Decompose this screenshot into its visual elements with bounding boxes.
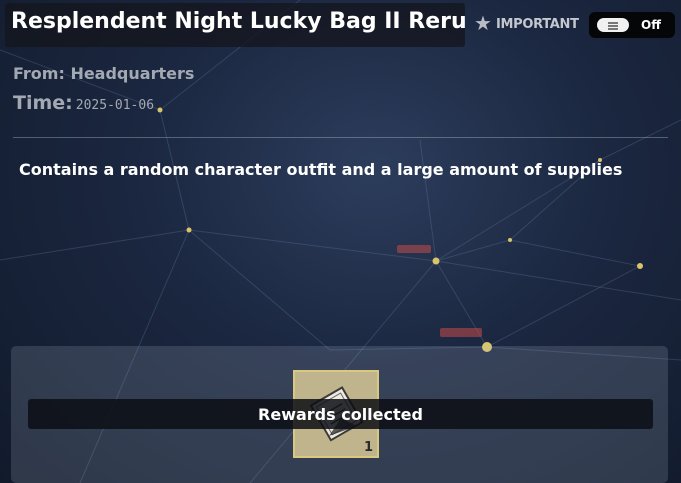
rewards-collected-banner: Rewards collected (28, 399, 653, 429)
from-label: From: (13, 64, 65, 83)
mail-title: Resplendent Night Lucky Bag II Rerun (11, 9, 465, 34)
time-label: Time: (13, 92, 73, 114)
important-toggle[interactable]: Off (589, 12, 675, 38)
star-icon: ★ (474, 13, 492, 35)
time-value: 2025-01-06 (75, 98, 155, 113)
time-row: Time: 2025-01-06 (13, 92, 154, 114)
sender-row: From: Headquarters (13, 64, 194, 83)
toggle-knob (597, 18, 629, 32)
item-quantity: 1 (363, 440, 373, 455)
important-marker[interactable]: ★ IMPORTANT (474, 14, 579, 34)
rewards-collected-label: Rewards collected (258, 404, 423, 424)
important-label: IMPORTANT (495, 16, 579, 32)
toggle-state: Off (641, 18, 661, 32)
sender-name: Headquarters (70, 64, 195, 83)
mail-title-bar: Resplendent Night Lucky Bag II Rerun (5, 3, 465, 47)
divider (13, 137, 668, 138)
mail-description: Contains a random character outfit and a… (19, 160, 623, 179)
